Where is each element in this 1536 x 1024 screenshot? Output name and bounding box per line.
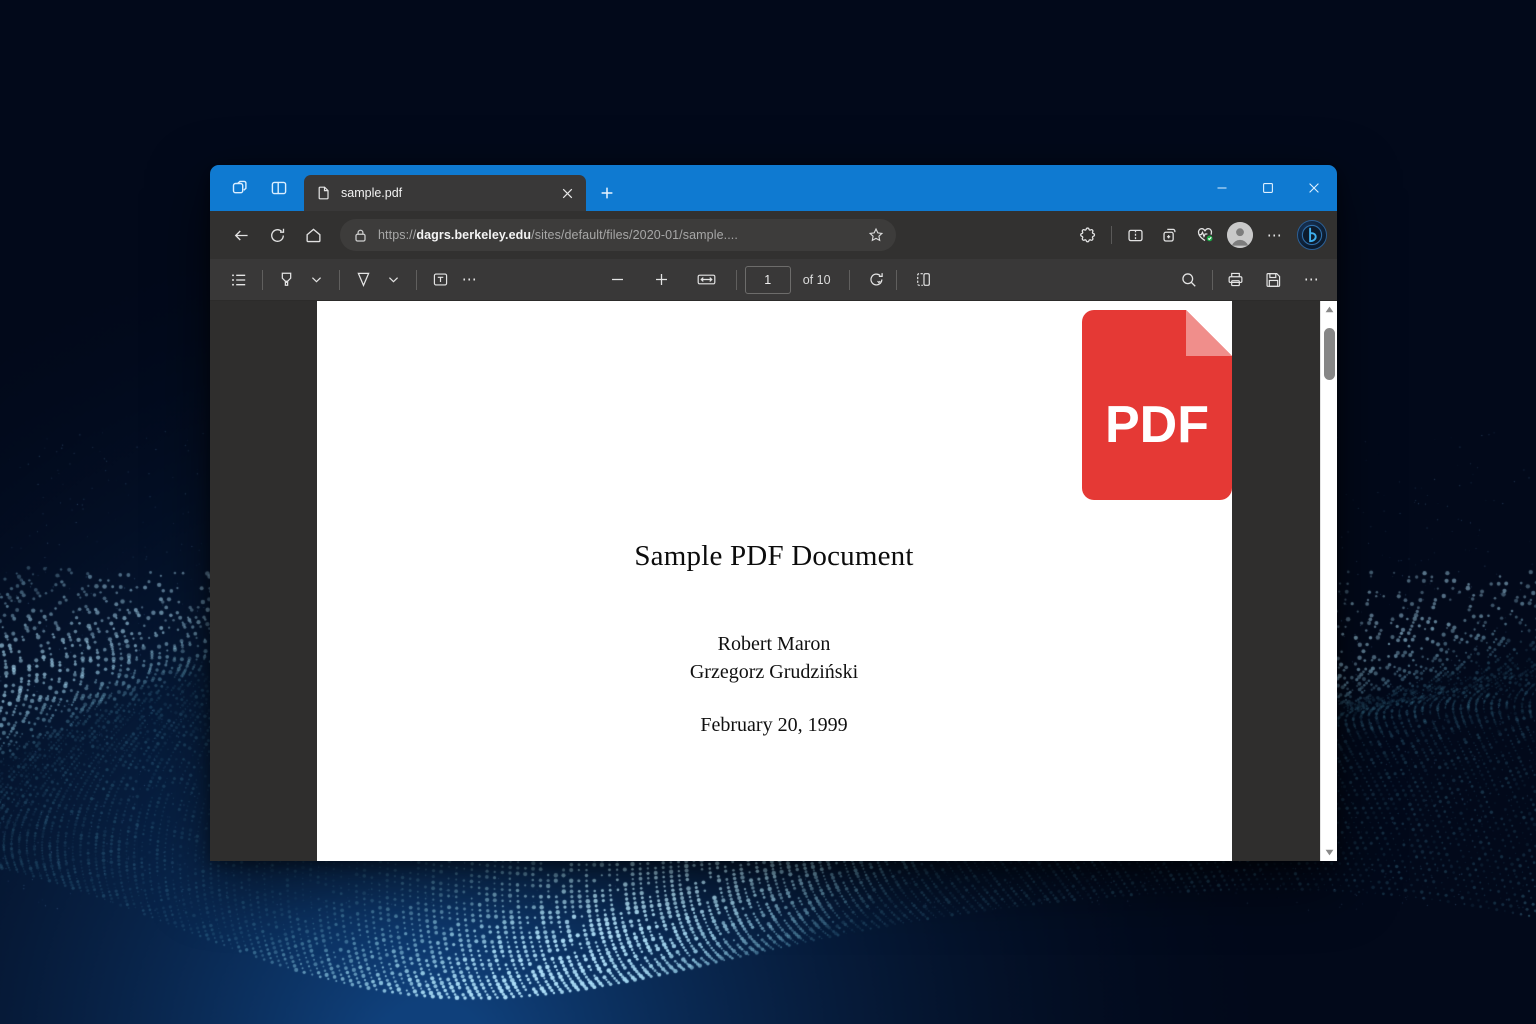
pdf-file-badge-icon: PDF	[1081, 310, 1232, 500]
more-options-icon[interactable]: ⋯	[1297, 265, 1327, 295]
toolbar-divider	[735, 269, 737, 290]
favorite-star-icon[interactable]	[864, 223, 888, 247]
vertical-scrollbar[interactable]	[1320, 301, 1337, 861]
profile-avatar[interactable]	[1223, 218, 1257, 252]
refresh-button[interactable]	[260, 218, 294, 252]
highlighter-chevron-down-icon[interactable]	[301, 265, 331, 295]
browser-tab[interactable]: sample.pdf	[304, 175, 586, 211]
toolbar-divider	[1111, 226, 1112, 244]
document-author: Grzegorz Grudziński	[689, 661, 859, 683]
split-screen-icon[interactable]	[1118, 218, 1152, 252]
desktop: sample.pdf https://dagrs.berkeley.edu/si…	[0, 0, 1536, 1024]
pdf-right-tools: ⋯	[1174, 265, 1327, 295]
toolbar-divider	[1211, 269, 1213, 290]
tab-close-icon[interactable]	[556, 182, 578, 204]
print-icon[interactable]	[1221, 265, 1251, 295]
document-date: February 20, 1999	[700, 714, 848, 736]
close-window-button[interactable]	[1291, 165, 1337, 211]
url-scheme: https://	[378, 228, 417, 242]
pdf-viewer-toolbar: ⋯ of 10	[210, 259, 1337, 301]
ellipsis-glyph: ⋯	[1266, 226, 1284, 244]
tab-title: sample.pdf	[341, 186, 403, 200]
pdf-page-controls: of 10	[603, 265, 939, 295]
scrollbar-thumb[interactable]	[1323, 328, 1335, 380]
browser-toolbar-actions: ⋯	[1071, 218, 1327, 252]
document-title: Sample PDF Document	[634, 540, 914, 572]
url-path: /sites/default/files/2020-01/sample....	[531, 228, 738, 242]
back-button[interactable]	[224, 218, 258, 252]
fit-to-page-button[interactable]	[691, 265, 722, 295]
url-domain: dagrs.berkeley.edu	[416, 228, 532, 242]
eraser-icon[interactable]	[348, 265, 378, 295]
avatar	[1227, 222, 1253, 248]
shopping-health-icon[interactable]	[1188, 218, 1222, 252]
tab-actions-icon[interactable]	[222, 172, 256, 204]
highlighter-icon[interactable]	[271, 265, 301, 295]
tab-strip: sample.pdf	[210, 165, 1337, 211]
more-tools-icon[interactable]: ⋯	[455, 265, 485, 295]
scrollbar-track[interactable]	[1321, 318, 1338, 844]
collections-icon[interactable]	[1153, 218, 1187, 252]
page-view-icon[interactable]	[909, 265, 939, 295]
extensions-icon[interactable]	[1071, 218, 1105, 252]
ellipsis-glyph: ⋯	[461, 271, 479, 288]
save-icon[interactable]	[1259, 265, 1289, 295]
address-bar: https://dagrs.berkeley.edu/sites/default…	[210, 211, 1337, 259]
eraser-chevron-down-icon[interactable]	[378, 265, 408, 295]
maximize-button[interactable]	[1245, 165, 1291, 211]
document-author: Robert Maron	[717, 633, 831, 655]
copilot-icon[interactable]	[1297, 220, 1327, 250]
browser-window: sample.pdf https://dagrs.berkeley.edu/si…	[210, 165, 1337, 861]
pdf-badge-text: PDF	[1105, 396, 1209, 454]
zoom-out-button[interactable]	[603, 265, 633, 295]
table-of-contents-icon[interactable]	[224, 265, 254, 295]
search-icon[interactable]	[1174, 265, 1204, 295]
url-field[interactable]: https://dagrs.berkeley.edu/sites/default…	[340, 219, 896, 251]
minimize-button[interactable]	[1199, 165, 1245, 211]
toolbar-divider	[339, 269, 340, 290]
document-icon	[316, 185, 332, 201]
scroll-up-arrow-icon[interactable]	[1321, 301, 1338, 318]
zoom-in-button[interactable]	[647, 265, 677, 295]
page-total-label: of 10	[802, 272, 831, 287]
window-controls	[1199, 165, 1337, 211]
add-text-icon[interactable]	[425, 265, 455, 295]
rotate-icon[interactable]	[862, 265, 892, 295]
toolbar-divider	[262, 269, 263, 290]
url-text: https://dagrs.berkeley.edu/sites/default…	[378, 228, 864, 242]
document-authors: Robert Maron Grzegorz Grudziński	[317, 630, 1232, 686]
toolbar-divider	[416, 269, 417, 290]
new-tab-button[interactable]	[592, 178, 622, 208]
scroll-down-arrow-icon[interactable]	[1321, 844, 1338, 861]
split-screen-icon[interactable]	[262, 172, 296, 204]
lock-icon	[352, 227, 369, 244]
settings-more-icon[interactable]: ⋯	[1258, 218, 1292, 252]
toolbar-divider	[848, 269, 850, 290]
pdf-page: PDF Sample PDF Document Robert Maron Grz…	[316, 301, 1232, 861]
page-number-input[interactable]	[744, 265, 791, 294]
ellipsis-glyph: ⋯	[1303, 271, 1321, 288]
pdf-viewer-area[interactable]: PDF Sample PDF Document Robert Maron Grz…	[210, 301, 1337, 861]
home-button[interactable]	[296, 218, 330, 252]
toolbar-divider	[895, 269, 897, 290]
